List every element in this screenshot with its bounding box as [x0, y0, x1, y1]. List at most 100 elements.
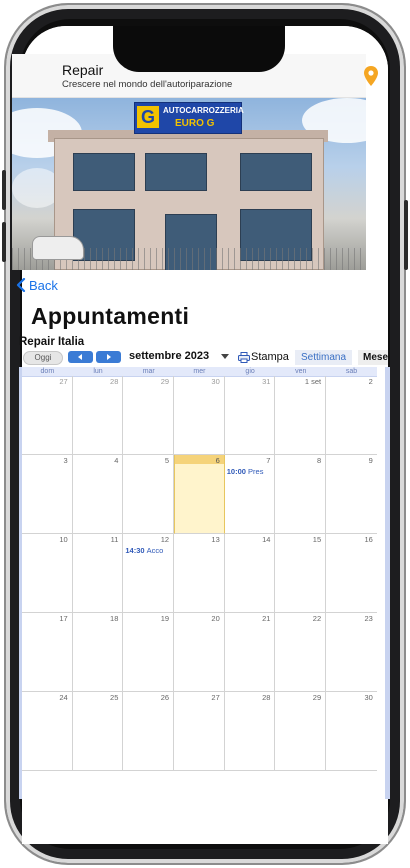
day-number: 15: [312, 535, 322, 544]
print-label: Stampa: [251, 351, 289, 363]
day-cell[interactable]: 21: [224, 613, 276, 692]
day-cell[interactable]: 11: [72, 534, 124, 613]
app-title: Repair: [62, 62, 104, 78]
day-number: 28: [110, 377, 119, 386]
weekday-label: dom: [40, 368, 55, 375]
phone-notch: [113, 26, 285, 72]
day-cell[interactable]: 28: [224, 692, 276, 771]
day-number: 16: [364, 535, 373, 544]
window: [240, 153, 312, 191]
day-cell[interactable]: 2: [326, 376, 377, 455]
calendar-weeks: 27 28 29 30 31 1 set 2 3 4 5 6 7 10:00 Pres 8 9 10 11 12 1…: [22, 376, 377, 771]
print-button[interactable]: Stampa: [238, 349, 289, 365]
shop-sign: G AUTOCARROZZERIA EURO G: [134, 102, 244, 134]
day-number: 28: [262, 693, 271, 702]
day-number: 26: [160, 693, 170, 702]
day-cell[interactable]: 26: [123, 692, 175, 771]
event-title: Acco: [146, 546, 164, 555]
day-number: 27: [59, 377, 68, 386]
back-label: Back: [29, 277, 58, 293]
day-cell[interactable]: 13: [174, 534, 225, 613]
day-number: 1 set: [304, 377, 322, 386]
day-number: 22: [312, 614, 322, 623]
shop-banner-image: G AUTOCARROZZERIA EURO G: [12, 98, 366, 270]
window: [145, 153, 207, 191]
calendar-name: Repair Italia: [19, 336, 85, 348]
day-cell[interactable]: 29: [275, 692, 327, 771]
day-number: 9: [368, 456, 373, 465]
day-number: 14: [262, 535, 271, 544]
weekday-label: mar: [142, 368, 155, 375]
week-row: 3 4 5 6 7 10:00 Pres 8 9: [22, 455, 377, 534]
day-cell[interactable]: 27: [174, 692, 225, 771]
week-row: 17 18 19 20 21 22 23: [22, 613, 377, 692]
today-button[interactable]: Oggi: [23, 351, 63, 365]
day-number: 3: [63, 456, 68, 465]
day-cell[interactable]: 30: [326, 692, 377, 771]
day-cell-today[interactable]: 6: [174, 455, 225, 534]
bottom-area: [22, 799, 388, 844]
calendar-toolbar: Oggi settembre 2023 Stampa Settimana Mes…: [19, 349, 388, 365]
calendar-event[interactable]: 14:30 Acco: [125, 546, 172, 555]
event-title: Pres: [248, 467, 264, 476]
day-cell[interactable]: 23: [326, 613, 377, 692]
day-number: 6: [215, 456, 220, 465]
day-number: 7: [266, 456, 271, 465]
calendar-event[interactable]: 10:00 Pres: [227, 467, 274, 476]
day-number: 24: [59, 693, 68, 702]
day-number: 12: [160, 535, 170, 544]
day-number: 25: [110, 693, 119, 702]
day-cell[interactable]: 9: [326, 455, 377, 534]
app-subtitle: Crescere nel mondo dell'autoriparazione: [62, 79, 233, 90]
back-button[interactable]: Back: [16, 276, 58, 294]
day-cell[interactable]: 16: [326, 534, 377, 613]
day-cell[interactable]: 24: [22, 692, 73, 771]
day-cell[interactable]: 12 14:30 Acco: [123, 534, 175, 613]
map-pin-icon[interactable]: [364, 66, 378, 86]
day-cell[interactable]: 25: [72, 692, 124, 771]
chevron-left-icon: [16, 278, 26, 292]
chevron-down-icon[interactable]: [221, 354, 229, 359]
weekday-label: lun: [93, 368, 103, 375]
day-number: 29: [312, 693, 322, 702]
day-cell[interactable]: 28: [72, 376, 124, 455]
day-number: 20: [211, 614, 220, 623]
day-cell[interactable]: 20: [174, 613, 225, 692]
day-cell[interactable]: 29: [123, 376, 175, 455]
day-number: 13: [211, 535, 220, 544]
day-cell[interactable]: 19: [123, 613, 175, 692]
day-cell[interactable]: 4: [72, 455, 124, 534]
sign-line-1: AUTOCARROZZERIA: [163, 106, 244, 115]
window: [73, 153, 135, 191]
event-time: 14:30: [125, 546, 145, 555]
sign-logo: G: [137, 106, 159, 128]
day-number: 30: [211, 377, 220, 386]
weekday-label: ven: [295, 368, 307, 375]
day-cell[interactable]: 22: [275, 613, 327, 692]
arrow-left-icon[interactable]: [68, 351, 93, 363]
day-cell[interactable]: 5: [123, 455, 175, 534]
day-number: 29: [160, 377, 170, 386]
tab-week[interactable]: Settimana: [295, 350, 352, 365]
tab-month[interactable]: Mese: [358, 350, 388, 365]
day-number: 19: [160, 614, 170, 623]
page-title: Appuntamenti: [31, 303, 190, 329]
day-cell[interactable]: 31: [224, 376, 276, 455]
day-cell[interactable]: 30: [174, 376, 225, 455]
day-cell[interactable]: 7 10:00 Pres: [224, 455, 276, 534]
phone-side-button: [2, 170, 6, 210]
day-cell[interactable]: 3: [22, 455, 73, 534]
arrow-right-icon[interactable]: [96, 351, 121, 363]
day-cell[interactable]: 8: [275, 455, 327, 534]
day-cell[interactable]: 15: [275, 534, 327, 613]
day-cell[interactable]: 14: [224, 534, 276, 613]
week-row: 24 25 26 27 28 29 30: [22, 692, 377, 771]
day-cell[interactable]: 27: [22, 376, 73, 455]
day-cell[interactable]: 1 set: [275, 376, 327, 455]
day-cell[interactable]: 10: [22, 534, 73, 613]
phone-side-button: [404, 200, 408, 270]
month-label: settembre 2023: [129, 350, 210, 362]
printer-icon: [238, 351, 250, 363]
day-cell[interactable]: 17: [22, 613, 73, 692]
day-cell[interactable]: 18: [72, 613, 124, 692]
